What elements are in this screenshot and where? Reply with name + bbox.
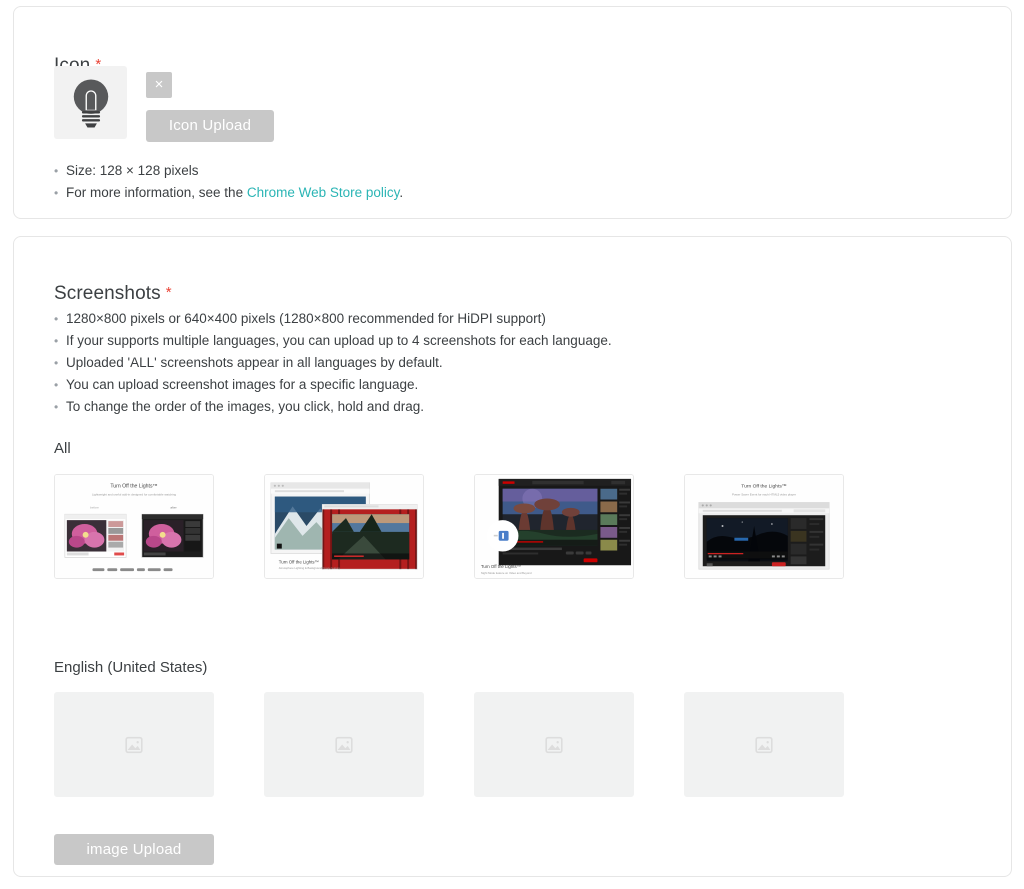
screenshot-thumb-all-2[interactable]: Turn Off the Lights™ Atmosphere Lighting… [264, 474, 424, 579]
svg-text:after: after [170, 505, 176, 509]
screenshot-placeholder-en-3[interactable] [474, 692, 634, 797]
player-night-scene-image: Turn Off the Lights™ Power Saver Event f… [685, 475, 843, 578]
bullet-dot-icon: • [54, 356, 59, 370]
screenshot-row-english [54, 692, 844, 797]
screenshot-placeholder-en-4[interactable] [684, 692, 844, 797]
screenshot-row-all: Turn Off the Lights™ Lightweight and use… [54, 474, 844, 579]
group-label-english-united-states: English (United States) [54, 659, 208, 676]
svg-text:Power Saver Event for each HTM: Power Saver Event for each HTML5 video p… [732, 493, 796, 497]
video-site-dark-image: Turn Off the Lights™ Night Mode feature … [475, 475, 633, 578]
list-item: • Size: 128 × 128 pixels [54, 160, 403, 182]
screenshot-placeholder-en-1[interactable] [54, 692, 214, 797]
icon-card: Icon* × Icon Upload • Size: 128 × 128 pi… [13, 6, 1012, 219]
before-after-flower-image: Turn Off the Lights™ Lightweight and use… [55, 475, 213, 578]
list-item: • 1280×800 pixels or 640×400 pixels (128… [54, 308, 612, 330]
svg-text:Night Mode feature on Video an: Night Mode feature on Video and Beyond [481, 571, 532, 575]
lightbulb-icon [73, 78, 108, 127]
bullet-dot-icon: • [54, 312, 59, 326]
icon-upload-button[interactable]: Icon Upload [146, 110, 274, 142]
bullet-dot-icon: • [54, 164, 59, 178]
bullet-dot-icon: • [54, 400, 59, 414]
bullet-dot-icon: • [54, 378, 59, 392]
image-placeholder-icon [335, 736, 353, 753]
list-item: • If your supports multiple languages, y… [54, 330, 612, 352]
icon-size-text: Size: 128 × 128 pixels [66, 163, 199, 178]
image-placeholder-icon [755, 736, 773, 753]
screenshots-bullet-2: Uploaded 'ALL' screenshots appear in all… [66, 355, 443, 370]
screenshots-card: Screenshots * • 1280×800 pixels or 640×40… [13, 236, 1012, 877]
icon-help-bullets: • Size: 128 × 128 pixels • For more info… [54, 160, 403, 204]
screenshots-bullet-4: To change the order of the images, you c… [66, 399, 424, 414]
screenshots-help-bullets: • 1280×800 pixels or 640×400 pixels (128… [54, 308, 612, 418]
svg-text:before: before [90, 505, 99, 509]
svg-text:Turn Off the Lights™: Turn Off the Lights™ [279, 559, 319, 564]
screenshots-bullet-3: You can upload screenshot images for a s… [66, 377, 419, 392]
svg-text:Turn Off the Lights™: Turn Off the Lights™ [741, 484, 787, 490]
svg-text:Atmosphere Lighting & Backgrou: Atmosphere Lighting & Background Image f… [279, 566, 341, 570]
image-upload-button-all[interactable]: image Upload [54, 834, 214, 865]
icon-policy-line: For more information, see the Chrome Web… [66, 182, 403, 204]
chrome-web-store-policy-link[interactable]: Chrome Web Store policy [247, 185, 400, 200]
screenshot-thumb-all-3[interactable]: Turn Off the Lights™ Night Mode feature … [474, 474, 634, 579]
policy-text-after: . [399, 185, 404, 200]
screenshot-thumb-all-4[interactable]: Turn Off the Lights™ Power Saver Event f… [684, 474, 844, 579]
bullet-dot-icon: • [54, 186, 59, 200]
screenshots-section-title: Screenshots * [54, 283, 172, 305]
screenshot-placeholder-en-2[interactable] [264, 692, 424, 797]
group-label-all: All [54, 440, 71, 457]
list-item: • You can upload screenshot images for a… [54, 374, 612, 396]
svg-text:Lightweight and useful add-in: Lightweight and useful add-in designed f… [92, 493, 176, 497]
list-item: • To change the order of the images, you… [54, 396, 612, 418]
list-item: • Uploaded 'ALL' screenshots appear in a… [54, 352, 612, 374]
screenshots-title-text: Screenshots [54, 282, 161, 304]
screenshots-bullet-0: 1280×800 pixels or 640×400 pixels (1280×… [66, 311, 546, 326]
screenshots-bullet-1: If your supports multiple languages, you… [66, 333, 612, 348]
image-placeholder-icon [125, 736, 143, 753]
bullet-dot-icon: • [54, 334, 59, 348]
two-windows-nature-image: Turn Off the Lights™ Atmosphere Lighting… [265, 475, 423, 578]
svg-text:Turn Off the Lights™: Turn Off the Lights™ [110, 484, 157, 490]
screenshots-required-asterisk: * [165, 283, 172, 301]
list-item: • For more information, see the Chrome W… [54, 182, 403, 204]
policy-text-before: For more information, see the [66, 185, 247, 200]
screenshot-thumb-all-1[interactable]: Turn Off the Lights™ Lightweight and use… [54, 474, 214, 579]
icon-preview [54, 66, 127, 139]
remove-icon-button[interactable]: × [146, 72, 172, 98]
image-placeholder-icon [545, 736, 563, 753]
developer-dashboard-page: Icon* × Icon Upload • Size: 128 × 128 pi… [0, 0, 1024, 889]
svg-text:Turn Off the Lights™: Turn Off the Lights™ [481, 564, 521, 569]
